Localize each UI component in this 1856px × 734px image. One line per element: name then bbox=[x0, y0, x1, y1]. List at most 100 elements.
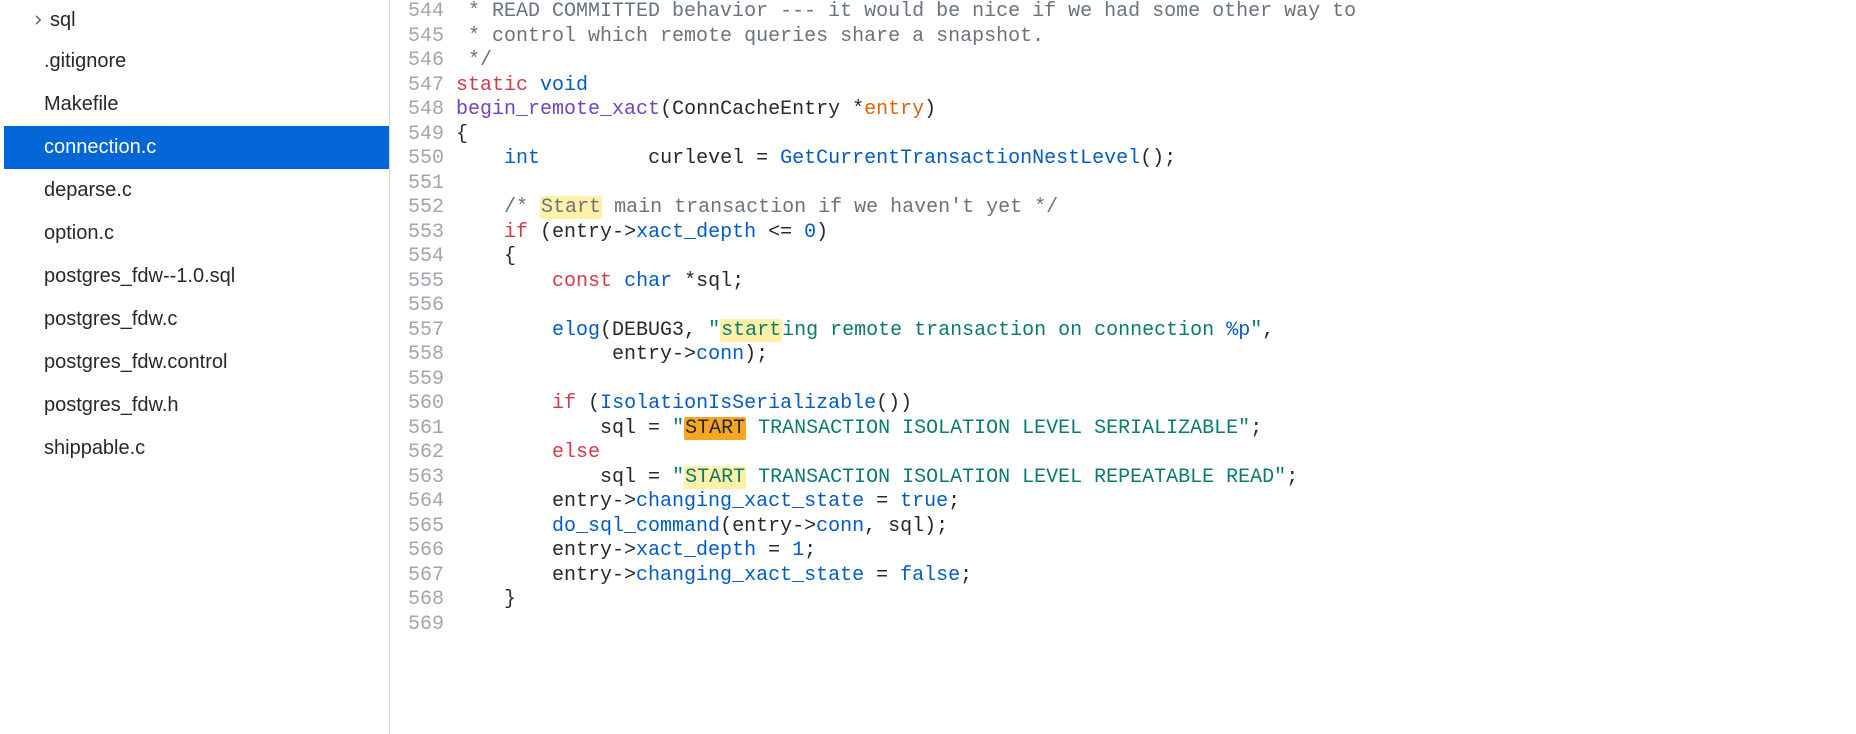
code-token: (); bbox=[1140, 147, 1176, 170]
code-token: (ConnCacheEntry * bbox=[660, 98, 864, 121]
line-number: 554 bbox=[408, 245, 444, 270]
line-number: 545 bbox=[408, 25, 444, 50]
code-token: sql = bbox=[456, 417, 672, 440]
code-line[interactable]: static void bbox=[456, 74, 1856, 99]
line-number: 568 bbox=[408, 588, 444, 613]
line-number: 556 bbox=[408, 294, 444, 319]
code-line[interactable]: int curlevel = GetCurrentTransactionNest… bbox=[456, 147, 1856, 172]
code-token bbox=[456, 515, 552, 538]
code-token: } bbox=[456, 588, 516, 611]
code-token: */ bbox=[456, 49, 492, 72]
line-number: 561 bbox=[408, 417, 444, 442]
code-token: xact_depth bbox=[636, 539, 756, 562]
chevron-right-icon bbox=[32, 14, 44, 26]
code-token: xact_depth bbox=[636, 221, 756, 244]
code-token bbox=[456, 392, 552, 415]
code-token bbox=[456, 270, 552, 293]
code-token: * READ COMMITTED behavior --- it would b… bbox=[456, 0, 1356, 23]
code-token: true bbox=[900, 490, 948, 513]
file-tree-sidebar[interactable]: sql .gitignoreMakefileconnection.cdepars… bbox=[4, 0, 389, 734]
code-token: conn bbox=[696, 343, 744, 366]
file-label: postgres_fdw.control bbox=[44, 351, 227, 374]
code-line[interactable]: begin_remote_xact(ConnCacheEntry *entry) bbox=[456, 98, 1856, 123]
code-area[interactable]: * READ COMMITTED behavior --- it would b… bbox=[456, 0, 1856, 734]
code-token: changing_xact_state bbox=[636, 564, 864, 587]
file-row[interactable]: postgres_fdw--1.0.sql bbox=[4, 255, 389, 298]
code-editor[interactable]: 5445455465475485495505515525535545555565… bbox=[389, 0, 1856, 734]
line-number: 563 bbox=[408, 466, 444, 491]
line-number: 559 bbox=[408, 368, 444, 393]
code-line[interactable] bbox=[456, 294, 1856, 319]
code-token bbox=[456, 319, 552, 342]
code-token: *sql; bbox=[672, 270, 744, 293]
code-line[interactable]: if (entry->xact_depth <= 0) bbox=[456, 221, 1856, 246]
line-number: 550 bbox=[408, 147, 444, 172]
line-number: 547 bbox=[408, 74, 444, 99]
code-token: ing remote transaction on connection bbox=[782, 319, 1226, 342]
code-line[interactable]: elog(DEBUG3, "starting remote transactio… bbox=[456, 319, 1856, 344]
code-token: TRANSACTION ISOLATION LEVEL REPEATABLE R… bbox=[746, 466, 1286, 489]
code-token: = bbox=[756, 539, 792, 562]
code-line[interactable]: /* Start main transaction if we haven't … bbox=[456, 196, 1856, 221]
code-line[interactable]: const char *sql; bbox=[456, 270, 1856, 295]
file-row[interactable]: postgres_fdw.control bbox=[4, 341, 389, 384]
code-token: char bbox=[624, 270, 672, 293]
code-token: (entry-> bbox=[720, 515, 816, 538]
code-line[interactable]: * control which remote queries share a s… bbox=[456, 25, 1856, 50]
code-token: Start bbox=[540, 196, 602, 219]
code-line[interactable]: } bbox=[456, 588, 1856, 613]
code-line[interactable]: do_sql_command(entry->conn, sql); bbox=[456, 515, 1856, 540]
file-row[interactable]: .gitignore bbox=[4, 40, 389, 83]
line-number: 551 bbox=[408, 172, 444, 197]
code-line[interactable]: * READ COMMITTED behavior --- it would b… bbox=[456, 0, 1856, 25]
code-line[interactable]: { bbox=[456, 245, 1856, 270]
file-row[interactable]: postgres_fdw.c bbox=[4, 298, 389, 341]
code-token: sql = bbox=[456, 466, 672, 489]
code-token: start bbox=[720, 319, 782, 342]
code-line[interactable]: entry->xact_depth = 1; bbox=[456, 539, 1856, 564]
code-line[interactable]: { bbox=[456, 123, 1856, 148]
line-number: 565 bbox=[408, 515, 444, 540]
file-row[interactable]: postgres_fdw.h bbox=[4, 384, 389, 427]
line-number: 569 bbox=[408, 613, 444, 638]
code-token: do_sql_command bbox=[552, 515, 720, 538]
file-row[interactable]: shippable.c bbox=[4, 427, 389, 470]
line-number: 558 bbox=[408, 343, 444, 368]
file-row[interactable]: connection.c bbox=[4, 126, 389, 169]
code-token: , sql); bbox=[864, 515, 948, 538]
line-number: 553 bbox=[408, 221, 444, 246]
code-token: " bbox=[672, 417, 684, 440]
code-token: ; bbox=[1250, 417, 1262, 440]
code-token: const bbox=[552, 270, 612, 293]
code-line[interactable]: */ bbox=[456, 49, 1856, 74]
code-token: static bbox=[456, 74, 528, 97]
code-token bbox=[612, 270, 624, 293]
code-token: START bbox=[684, 417, 746, 440]
code-line[interactable]: entry->changing_xact_state = true; bbox=[456, 490, 1856, 515]
code-line[interactable]: sql = "START TRANSACTION ISOLATION LEVEL… bbox=[456, 417, 1856, 442]
code-line[interactable]: else bbox=[456, 441, 1856, 466]
code-line[interactable]: sql = "START TRANSACTION ISOLATION LEVEL… bbox=[456, 466, 1856, 491]
code-token bbox=[456, 196, 504, 219]
file-label: option.c bbox=[44, 222, 114, 245]
code-token: false bbox=[900, 564, 960, 587]
folder-row-sql[interactable]: sql bbox=[4, 0, 389, 40]
code-line[interactable] bbox=[456, 613, 1856, 638]
code-line[interactable]: entry->conn); bbox=[456, 343, 1856, 368]
file-row[interactable]: Makefile bbox=[4, 83, 389, 126]
code-line[interactable]: if (IsolationIsSerializable()) bbox=[456, 392, 1856, 417]
file-row[interactable]: deparse.c bbox=[4, 169, 389, 212]
file-list: .gitignoreMakefileconnection.cdeparse.c o… bbox=[4, 40, 389, 470]
line-number: 562 bbox=[408, 441, 444, 466]
file-row[interactable]: option.c bbox=[4, 212, 389, 255]
code-line[interactable]: entry->changing_xact_state = false; bbox=[456, 564, 1856, 589]
line-number: 567 bbox=[408, 564, 444, 589]
code-token: GetCurrentTransactionNestLevel bbox=[780, 147, 1140, 170]
code-token: 0 bbox=[804, 221, 816, 244]
code-token: void bbox=[540, 74, 588, 97]
code-token: changing_xact_state bbox=[636, 490, 864, 513]
file-label: shippable.c bbox=[44, 437, 145, 460]
code-token: 1 bbox=[792, 539, 804, 562]
code-line[interactable] bbox=[456, 172, 1856, 197]
code-line[interactable] bbox=[456, 368, 1856, 393]
